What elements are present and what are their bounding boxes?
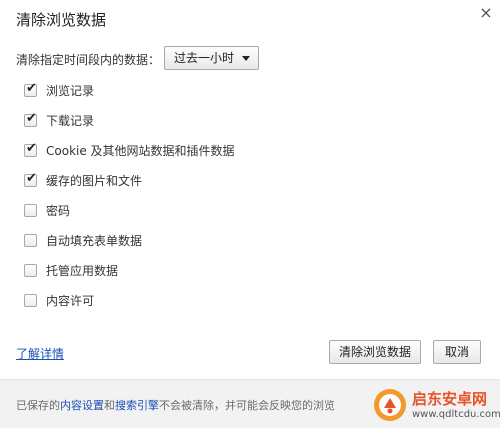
checkbox-browsing-history[interactable]: ✔ [24,81,37,97]
content-settings-link[interactable]: 内容设置 [60,399,104,412]
footer-prefix: 已保存的 [16,399,60,412]
dialog-title: 清除浏览数据 [16,11,107,29]
checkbox-cookies[interactable]: ✔ [24,141,37,157]
checkmark-icon: ✔ [26,141,37,156]
checkbox-autofill[interactable] [24,234,37,247]
watermark-url: www.qdltcdu.com [412,409,500,420]
dropdown-arrow-icon [242,56,250,61]
option-label: 浏览记录 [46,84,95,98]
time-range-select[interactable]: 过去一小时 [164,46,259,70]
footer-and: 和 [104,399,115,412]
checkbox-cached-images[interactable]: ✔ [24,171,37,187]
option-label: 托管应用数据 [46,264,119,278]
checkbox-content-licenses[interactable] [24,294,37,307]
checkmark-icon: ✔ [26,111,37,126]
option-label: 下载记录 [46,114,95,128]
watermark-logo-icon [374,389,406,421]
search-engines-link[interactable]: 搜索引擎 [115,399,159,412]
option-label: Cookie 及其他网站数据和插件数据 [46,144,235,158]
footer-note: 已保存的内容设置和搜索引擎不会被清除，并可能会反映您的浏览 [16,397,366,413]
learn-more-link[interactable]: 了解详情 [16,345,64,362]
clear-browsing-data-button[interactable]: 清除浏览数据 [329,340,421,364]
cancel-button[interactable]: 取消 [433,340,481,364]
checkbox-download-history[interactable]: ✔ [24,111,37,127]
close-icon[interactable]: × [477,4,495,22]
checkmark-icon: ✔ [26,81,37,96]
time-range-selected-value: 过去一小时 [174,51,235,65]
site-watermark: 启东安卓网 www.qdltcdu.com [370,383,500,428]
clear-browsing-data-dialog: 清除浏览数据 × 清除指定时间段内的数据： 过去一小时 ✔ 浏览记录 ✔ 下载记… [0,0,500,428]
checkbox-passwords[interactable] [24,204,37,217]
option-label: 自动填充表单数据 [46,234,143,248]
option-label: 内容许可 [46,294,95,308]
checkmark-icon: ✔ [26,171,37,186]
watermark-name: 启东安卓网 [412,390,488,408]
time-range-label: 清除指定时间段内的数据： [16,53,161,67]
option-label: 缓存的图片和文件 [46,174,143,188]
option-label: 密码 [46,204,71,218]
checkbox-hosted-app-data[interactable] [24,264,37,277]
footer-suffix: 不会被清除，并可能会反映您的浏览 [159,399,335,412]
